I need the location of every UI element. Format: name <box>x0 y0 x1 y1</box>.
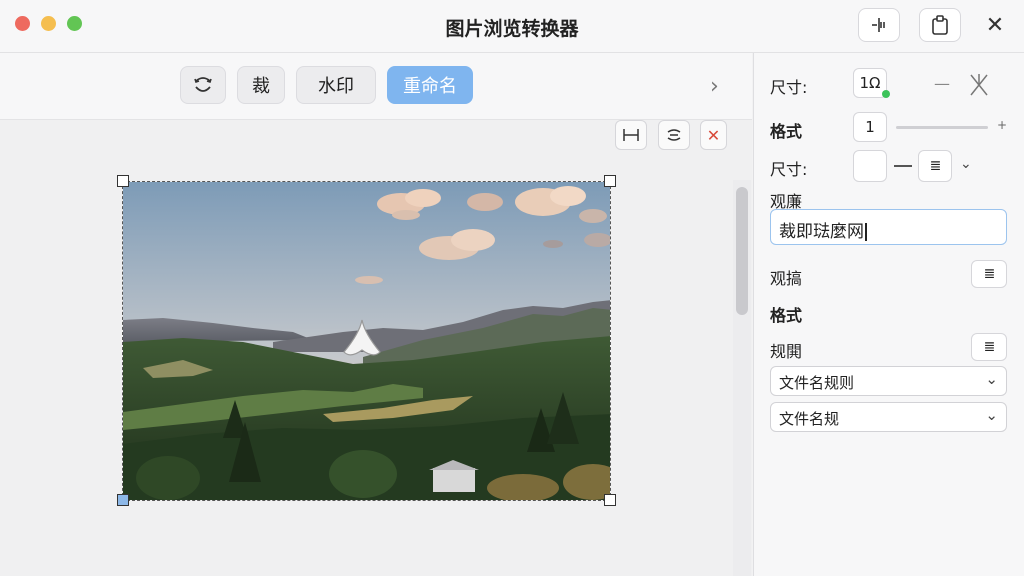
drag-pointer-icon[interactable] <box>340 318 384 364</box>
field-label-3: 规閧 <box>770 342 803 361</box>
split-view-button[interactable] <box>858 8 900 42</box>
size-label-2: 尺寸: <box>770 160 808 179</box>
chevron-down-icon[interactable]: ⌄ <box>960 156 972 172</box>
close-icon: ✕ <box>706 125 721 145</box>
title-bar: 图片浏览转换器 ✕ <box>0 0 1024 53</box>
format-label-2: 格式 <box>770 306 803 325</box>
watermark-button[interactable]: 水印 <box>296 66 376 104</box>
flip-icon <box>667 129 681 141</box>
rotate-button[interactable] <box>180 66 226 104</box>
list-button-2[interactable]: ≣ <box>971 260 1007 288</box>
format-label: 格式 <box>770 122 803 141</box>
naming-rule-value-2: 文件名规 <box>779 410 840 428</box>
list-button-3[interactable]: ≣ <box>971 333 1007 361</box>
list-button[interactable]: ≣ <box>918 150 952 182</box>
format-value-box[interactable]: 1 <box>853 112 887 142</box>
crop-handle-bottom-right[interactable] <box>604 494 616 506</box>
fit-width-icon <box>623 129 639 141</box>
crop-handle-top-right[interactable] <box>604 175 616 187</box>
quality-slider[interactable] <box>896 126 988 129</box>
crop-handle-top-left[interactable] <box>117 175 129 187</box>
dash-icon: — <box>934 74 950 93</box>
clipboard-icon <box>932 15 948 35</box>
field-label-2: 观搞 <box>770 269 803 288</box>
crop-handle-bottom-left[interactable] <box>117 494 129 506</box>
list-icon: ≣ <box>983 339 996 355</box>
size-label: 尺寸: <box>770 78 808 97</box>
rotate-icon <box>194 77 212 92</box>
split-icon <box>872 18 885 32</box>
crop-button[interactable]: 裁 <box>237 66 285 104</box>
scrollbar-thumb[interactable] <box>736 187 748 315</box>
toolbar: 裁 水印 重命名 <box>0 53 752 120</box>
cursor-icon[interactable] <box>966 72 992 98</box>
naming-rule-select[interactable]: 文件名规则 ⌄ <box>770 366 1007 396</box>
chevron-down-icon: ⌄ <box>985 370 998 388</box>
list-icon: ≣ <box>983 266 996 282</box>
size-input-box[interactable] <box>853 150 887 182</box>
naming-rule-select-2[interactable]: 文件名规 ⌄ <box>770 402 1007 432</box>
minus-icon <box>894 165 912 167</box>
close-button[interactable]: ✕ <box>980 10 1010 40</box>
status-dot <box>882 90 890 98</box>
remove-button[interactable]: ✕ <box>700 120 727 150</box>
list-icon: ≣ <box>929 158 942 174</box>
plus-icon[interactable]: + <box>997 118 1007 132</box>
close-icon: ✕ <box>985 12 1005 38</box>
chevron-right-icon[interactable]: › <box>710 74 719 99</box>
rename-button[interactable]: 重命名 <box>387 66 473 104</box>
flip-button[interactable] <box>658 120 690 150</box>
chevron-down-icon: ⌄ <box>985 406 998 424</box>
filename-input[interactable]: 裁即琺麼网 <box>770 209 1007 245</box>
clipboard-button[interactable] <box>919 8 961 42</box>
filename-text: 裁即琺麼网 <box>779 222 864 242</box>
text-caret <box>865 223 867 241</box>
naming-rule-value: 文件名规则 <box>779 374 855 392</box>
fit-width-button[interactable] <box>615 120 647 150</box>
